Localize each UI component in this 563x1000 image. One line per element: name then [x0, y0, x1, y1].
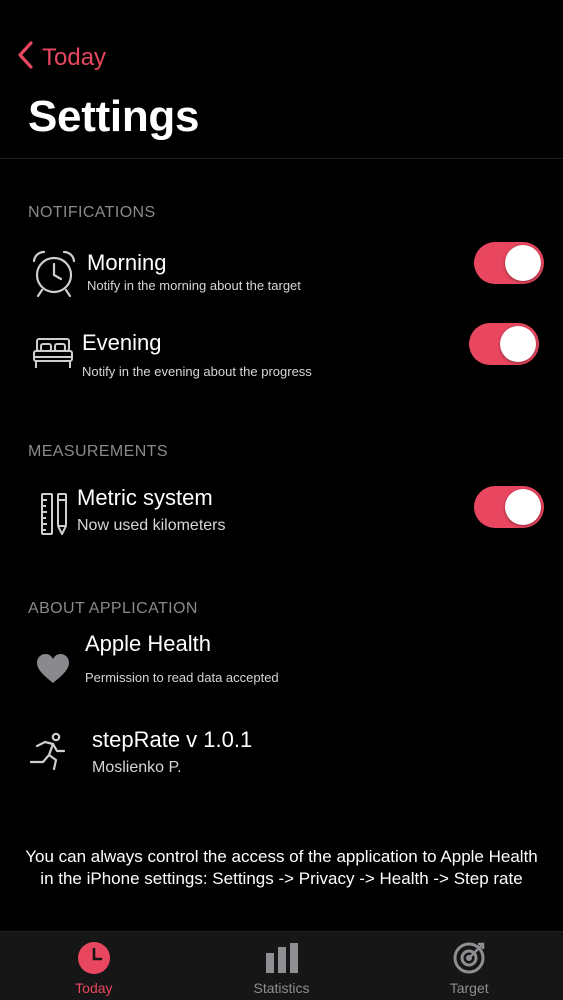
evening-toggle[interactable] — [469, 323, 539, 365]
tab-target-label: Target — [449, 980, 489, 996]
bed-icon — [32, 336, 74, 370]
about-row-health[interactable]: Apple Health Permission to read data acc… — [0, 626, 563, 696]
health-access-note-line1: You can always control the access of the… — [25, 847, 538, 866]
health-access-note-line2: in the iPhone settings: Settings -> Priv… — [40, 869, 523, 888]
app-author: Moslienko P. — [92, 759, 182, 776]
tab-statistics[interactable]: Statistics — [188, 932, 376, 1000]
about-row-app[interactable]: stepRate v 1.0.1 Moslienko P. — [0, 722, 563, 792]
section-header-notifications: NOTIFICATIONS — [28, 204, 156, 221]
alarm-clock-icon — [30, 248, 78, 298]
chevron-left-icon — [16, 40, 36, 75]
setting-row-metric: Metric system Now used kilometers — [0, 480, 563, 550]
section-header-measurements: MEASUREMENTS — [28, 443, 168, 460]
metric-title: Metric system — [77, 485, 213, 510]
tab-statistics-label: Statistics — [253, 980, 310, 996]
evening-subtitle: Notify in the evening about the progress — [82, 364, 312, 379]
toggle-knob — [505, 489, 541, 525]
metric-subtitle: Now used kilometers — [77, 517, 226, 534]
heart-icon — [36, 653, 70, 685]
settings-screen: Today Settings NOTIFICATIONS Morning Not… — [0, 0, 563, 1000]
health-subtitle: Permission to read data accepted — [85, 670, 279, 685]
clock-icon — [77, 941, 111, 975]
tab-today[interactable]: Today — [0, 932, 188, 1000]
page-title: Settings — [28, 92, 200, 141]
section-header-about: ABOUT APPLICATION — [28, 600, 198, 617]
health-title: Apple Health — [85, 631, 211, 656]
back-button[interactable]: Today — [16, 40, 106, 75]
ruler-pencil-icon — [40, 492, 70, 536]
tab-today-label: Today — [75, 980, 113, 996]
tab-target[interactable]: Target — [375, 932, 563, 1000]
morning-title: Morning — [87, 250, 167, 275]
metric-toggle[interactable] — [474, 486, 544, 528]
evening-title: Evening — [82, 330, 162, 355]
target-icon — [452, 941, 486, 975]
setting-row-morning: Morning Notify in the morning about the … — [0, 238, 563, 308]
toggle-knob — [505, 245, 541, 281]
back-label: Today — [42, 43, 107, 71]
runner-icon — [28, 732, 68, 772]
app-title: stepRate v 1.0.1 — [92, 727, 253, 752]
header-divider — [0, 158, 563, 159]
morning-toggle[interactable] — [474, 242, 544, 284]
setting-row-evening: Evening Notify in the evening about the … — [0, 318, 563, 388]
bar-chart-icon — [265, 941, 299, 975]
morning-subtitle: Notify in the morning about the target — [87, 278, 301, 293]
health-access-note: You can always control the access of the… — [0, 846, 563, 890]
tab-bar: Today Statistics Target — [0, 931, 563, 1000]
toggle-knob — [500, 326, 536, 362]
